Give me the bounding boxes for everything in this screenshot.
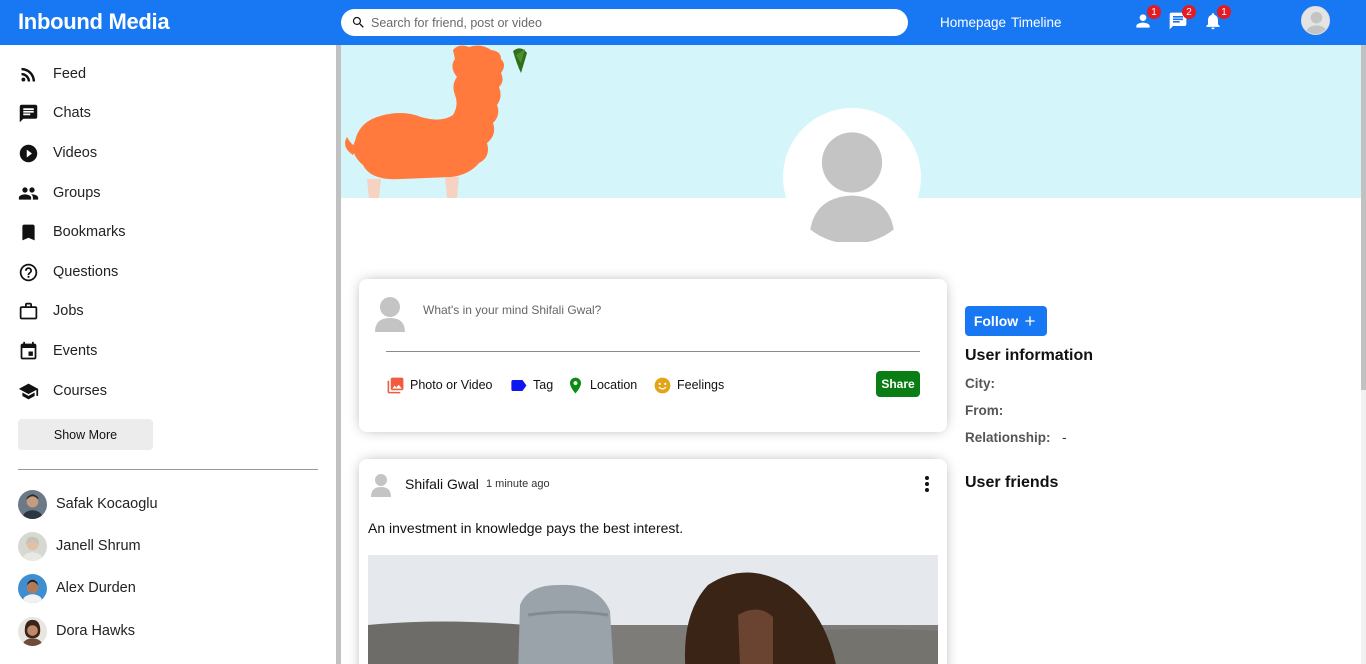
briefcase-icon bbox=[19, 302, 38, 319]
app-logo[interactable]: Inbound Media bbox=[18, 9, 170, 35]
school-icon bbox=[18, 383, 39, 399]
feelings-option[interactable]: Feelings bbox=[653, 375, 724, 395]
sidebar-item-events[interactable]: Events bbox=[18, 339, 97, 363]
rss-feed-icon bbox=[21, 67, 36, 81]
relationship-label: Relationship: bbox=[965, 430, 1051, 445]
follow-button[interactable]: Follow bbox=[965, 306, 1047, 336]
smiley-icon bbox=[654, 377, 671, 393]
from-label: From: bbox=[965, 403, 1004, 418]
calendar-icon bbox=[20, 341, 37, 359]
post-text: An investment in knowledge pays the best… bbox=[368, 520, 684, 536]
avatar-placeholder-icon bbox=[371, 474, 391, 497]
sidebar-divider bbox=[18, 469, 318, 470]
search-icon bbox=[352, 16, 364, 28]
friend-requests-button[interactable]: 1 bbox=[1133, 5, 1161, 33]
llama-illustration bbox=[345, 45, 527, 198]
sidebar-item-videos[interactable]: Videos bbox=[18, 141, 97, 165]
post-photo bbox=[368, 555, 938, 664]
sidebar-item-jobs[interactable]: Jobs bbox=[18, 299, 84, 323]
friend-name: Dora Hawks bbox=[56, 623, 135, 639]
location-pin-icon bbox=[569, 377, 582, 393]
photo-video-label: Photo or Video bbox=[410, 378, 493, 392]
sidebar-item-label: Bookmarks bbox=[53, 224, 126, 240]
friend-requests-badge: 1 bbox=[1147, 5, 1161, 19]
sidebar-item-label: Jobs bbox=[53, 303, 84, 319]
help-circle-icon bbox=[19, 263, 38, 281]
sidebar-item-feed[interactable]: Feed bbox=[18, 62, 86, 86]
user-information-title: User information bbox=[965, 347, 1094, 364]
friend-avatar bbox=[18, 616, 47, 646]
add-icon bbox=[1025, 316, 1035, 326]
sidebar-item-chats[interactable]: Chats bbox=[18, 101, 91, 125]
friend-name: Alex Durden bbox=[56, 580, 136, 596]
sidebar-item-label: Chats bbox=[53, 105, 91, 121]
sidebar-item-label: Courses bbox=[53, 383, 107, 399]
post-timestamp: 1 minute ago bbox=[486, 478, 550, 490]
location-label: Location bbox=[590, 378, 638, 392]
relationship-value: - bbox=[1062, 430, 1067, 445]
sidebar-item-label: Feed bbox=[53, 66, 87, 82]
sidebar-item-questions[interactable]: Questions bbox=[18, 260, 118, 284]
friend-item-dora[interactable]: Dora Hawks bbox=[18, 616, 135, 646]
search-bar[interactable] bbox=[341, 9, 908, 36]
more-vert-icon[interactable] bbox=[919, 474, 935, 494]
user-avatar[interactable] bbox=[1301, 6, 1330, 35]
friend-item-safak[interactable]: Safak Kocaoglu bbox=[18, 489, 158, 519]
photo-video-option[interactable]: Photo or Video bbox=[386, 375, 492, 395]
post-card: Shifali Gwal 1 minute ago An investment … bbox=[359, 459, 947, 664]
timeline-link[interactable]: Timeline bbox=[1011, 15, 1062, 30]
share-button[interactable]: Share bbox=[876, 371, 920, 397]
sidebar: Feed Chats Videos Groups Bookmarks Quest… bbox=[0, 45, 336, 664]
avatar-placeholder-icon bbox=[375, 297, 405, 332]
sidebar-item-label: Events bbox=[53, 343, 98, 359]
friend-avatar bbox=[18, 531, 47, 561]
show-more-button[interactable]: Show More bbox=[18, 419, 153, 450]
messages-button[interactable]: 2 bbox=[1168, 5, 1196, 33]
tag-option[interactable]: Tag bbox=[509, 375, 553, 395]
notifications-badge: 1 bbox=[1217, 5, 1231, 19]
share-input[interactable] bbox=[423, 303, 913, 317]
post-image[interactable] bbox=[368, 555, 938, 664]
scrollbar-thumb[interactable] bbox=[1361, 45, 1366, 390]
sidebar-item-courses[interactable]: Courses bbox=[18, 379, 107, 403]
topbar: Inbound Media Homepage Timeline 1 2 1 bbox=[0, 0, 1366, 45]
user-friends-title: User friends bbox=[965, 474, 1059, 491]
follow-label: Follow bbox=[973, 313, 1019, 329]
friend-avatar bbox=[18, 489, 47, 519]
group-icon bbox=[18, 186, 39, 200]
friend-name: Janell Shrum bbox=[56, 538, 141, 554]
avatar-placeholder-icon bbox=[1305, 11, 1328, 34]
notifications-button[interactable]: 1 bbox=[1203, 5, 1231, 33]
friend-avatar bbox=[18, 573, 47, 603]
play-circle-icon bbox=[19, 144, 38, 162]
bookmark-icon bbox=[22, 224, 35, 240]
post-username[interactable]: Shifali Gwal bbox=[405, 476, 479, 492]
profile-picture[interactable] bbox=[783, 108, 921, 246]
share-divider bbox=[386, 351, 920, 352]
friend-item-alex[interactable]: Alex Durden bbox=[18, 573, 136, 603]
chat-icon bbox=[19, 104, 38, 122]
feelings-label: Feelings bbox=[677, 378, 725, 392]
page-scrollbar[interactable] bbox=[1361, 45, 1366, 664]
sidebar-item-label: Questions bbox=[53, 264, 119, 280]
tag-label: Tag bbox=[533, 378, 554, 392]
sidebar-item-bookmarks[interactable]: Bookmarks bbox=[18, 220, 126, 244]
city-label: City: bbox=[965, 376, 995, 391]
avatar-placeholder-icon bbox=[809, 132, 895, 243]
location-option[interactable]: Location bbox=[566, 375, 637, 395]
search-input[interactable] bbox=[371, 15, 871, 30]
sidebar-item-groups[interactable]: Groups bbox=[18, 181, 101, 205]
label-icon bbox=[511, 379, 527, 391]
messages-badge: 2 bbox=[1182, 5, 1196, 19]
friend-name: Safak Kocaoglu bbox=[56, 496, 158, 512]
sidebar-item-label: Groups bbox=[53, 185, 101, 201]
homepage-link[interactable]: Homepage bbox=[940, 15, 1006, 30]
photo-library-icon bbox=[387, 377, 404, 393]
share-card: Photo or Video Tag Location Feelings Sha… bbox=[359, 279, 947, 432]
sidebar-item-label: Videos bbox=[53, 145, 98, 161]
friend-item-janell[interactable]: Janell Shrum bbox=[18, 531, 141, 561]
